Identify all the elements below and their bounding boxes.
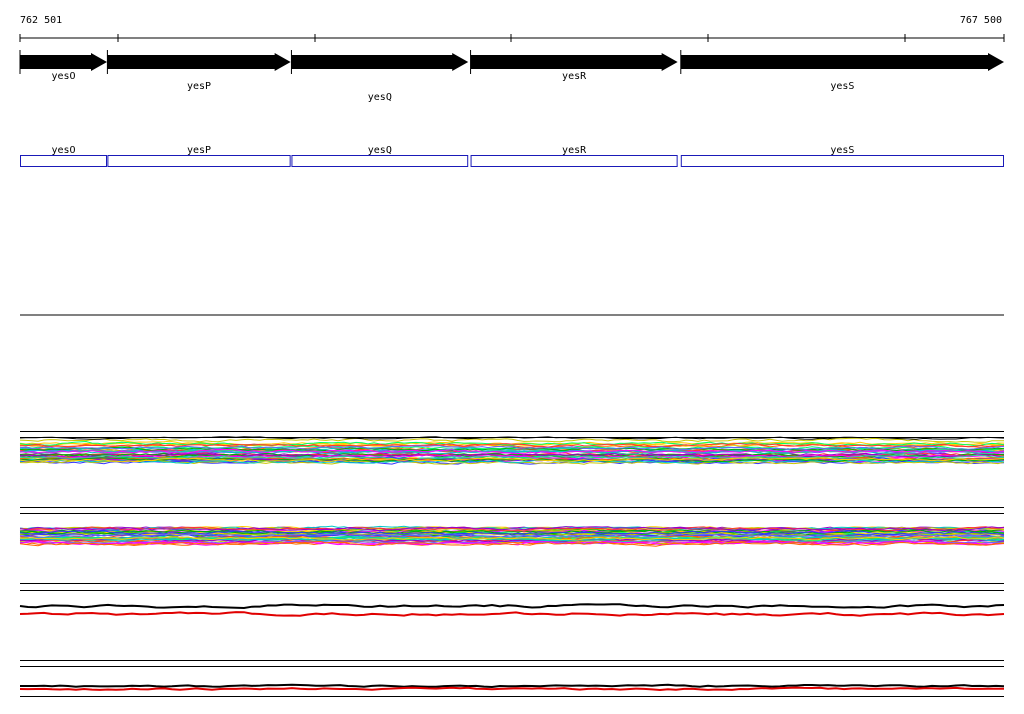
orf-label-yesO: yesO [51, 145, 75, 156]
gene-label-yesQ: yesQ [368, 92, 392, 103]
gene-arrow-yesR[interactable] [470, 53, 678, 71]
gene-arrow-yesO[interactable] [20, 53, 108, 71]
orf-box-track: yesO yesP yesQ yesR yesS [20, 145, 1004, 167]
gene-label-yesS: yesS [830, 81, 854, 92]
profile-line-black [19, 603, 1005, 610]
genome-browser-view: 762 501 767 500 yesO yesP yesQ yesR yesS yes… [19, 15, 1005, 697]
ruler-start-label: 762 501 [20, 15, 62, 26]
gene-arrow-yesS[interactable] [680, 53, 1004, 71]
profile-line-black [20, 683, 1005, 689]
gene-label-yesR: yesR [562, 71, 587, 82]
orf-box-yesP[interactable] [107, 155, 291, 167]
orf-label-yesR: yesR [562, 145, 587, 156]
coordinate-ruler: 762 501 767 500 [19, 15, 1005, 42]
orf-box-yesR[interactable] [470, 155, 678, 167]
gene-label-yesP: yesP [187, 81, 211, 92]
gene-arrow-track: yesO yesP yesQ yesR yesS [19, 50, 1004, 103]
gene-label-yesO: yesO [51, 71, 75, 82]
gene-arrow-yesQ[interactable] [291, 53, 469, 71]
profile-line-red [19, 686, 1004, 692]
ruler-end-label: 767 500 [960, 15, 1002, 26]
expression-profile-tracks [19, 431, 1005, 697]
gene-arrow-yesP[interactable] [107, 53, 291, 71]
orf-box-yesQ[interactable] [291, 155, 469, 167]
orf-label-yesP: yesP [187, 145, 211, 156]
orf-box-yesS[interactable] [680, 155, 1004, 167]
orf-label-yesQ: yesQ [368, 145, 392, 156]
orf-label-yesS: yesS [830, 145, 854, 156]
profile-line-red [19, 611, 1005, 617]
orf-box-yesO[interactable] [20, 155, 108, 167]
